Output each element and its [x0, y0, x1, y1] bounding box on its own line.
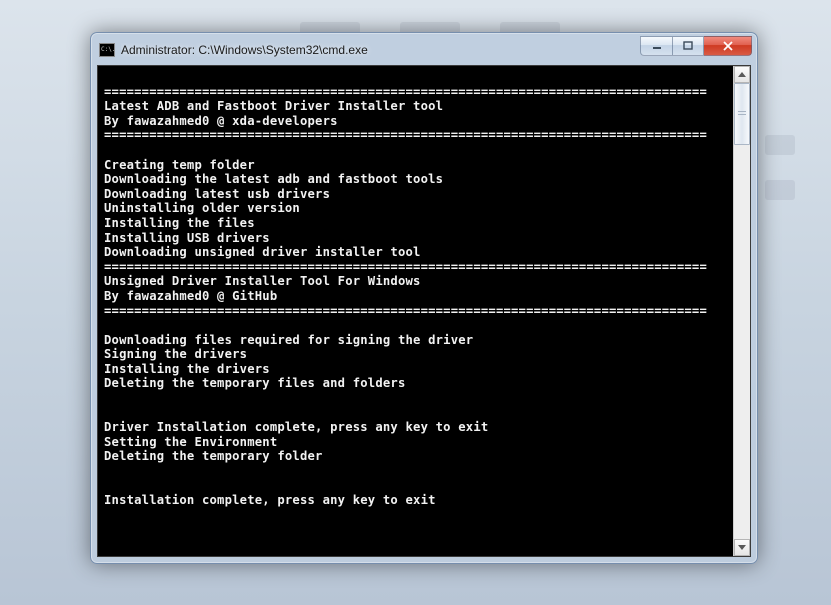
- maximize-button[interactable]: [672, 36, 704, 56]
- chevron-up-icon: [738, 72, 746, 77]
- minimize-button[interactable]: [640, 36, 672, 56]
- scroll-thumb[interactable]: [734, 83, 750, 145]
- cmd-icon: C:\.: [99, 43, 115, 57]
- close-button[interactable]: [704, 36, 752, 56]
- maximize-icon: [683, 41, 693, 51]
- client-area: ========================================…: [97, 65, 751, 557]
- close-icon: [722, 41, 734, 51]
- cmd-icon-label: C:\.: [101, 47, 115, 53]
- vertical-scrollbar[interactable]: [733, 66, 750, 556]
- console-output[interactable]: ========================================…: [98, 66, 733, 556]
- scroll-down-button[interactable]: [734, 539, 750, 556]
- cmd-window: C:\. Administrator: C:\Windows\System32\…: [90, 32, 758, 564]
- minimize-icon: [652, 41, 662, 51]
- scroll-track[interactable]: [734, 83, 750, 539]
- titlebar[interactable]: C:\. Administrator: C:\Windows\System32\…: [97, 39, 751, 65]
- scroll-up-button[interactable]: [734, 66, 750, 83]
- window-controls: [640, 36, 752, 56]
- chevron-down-icon: [738, 545, 746, 550]
